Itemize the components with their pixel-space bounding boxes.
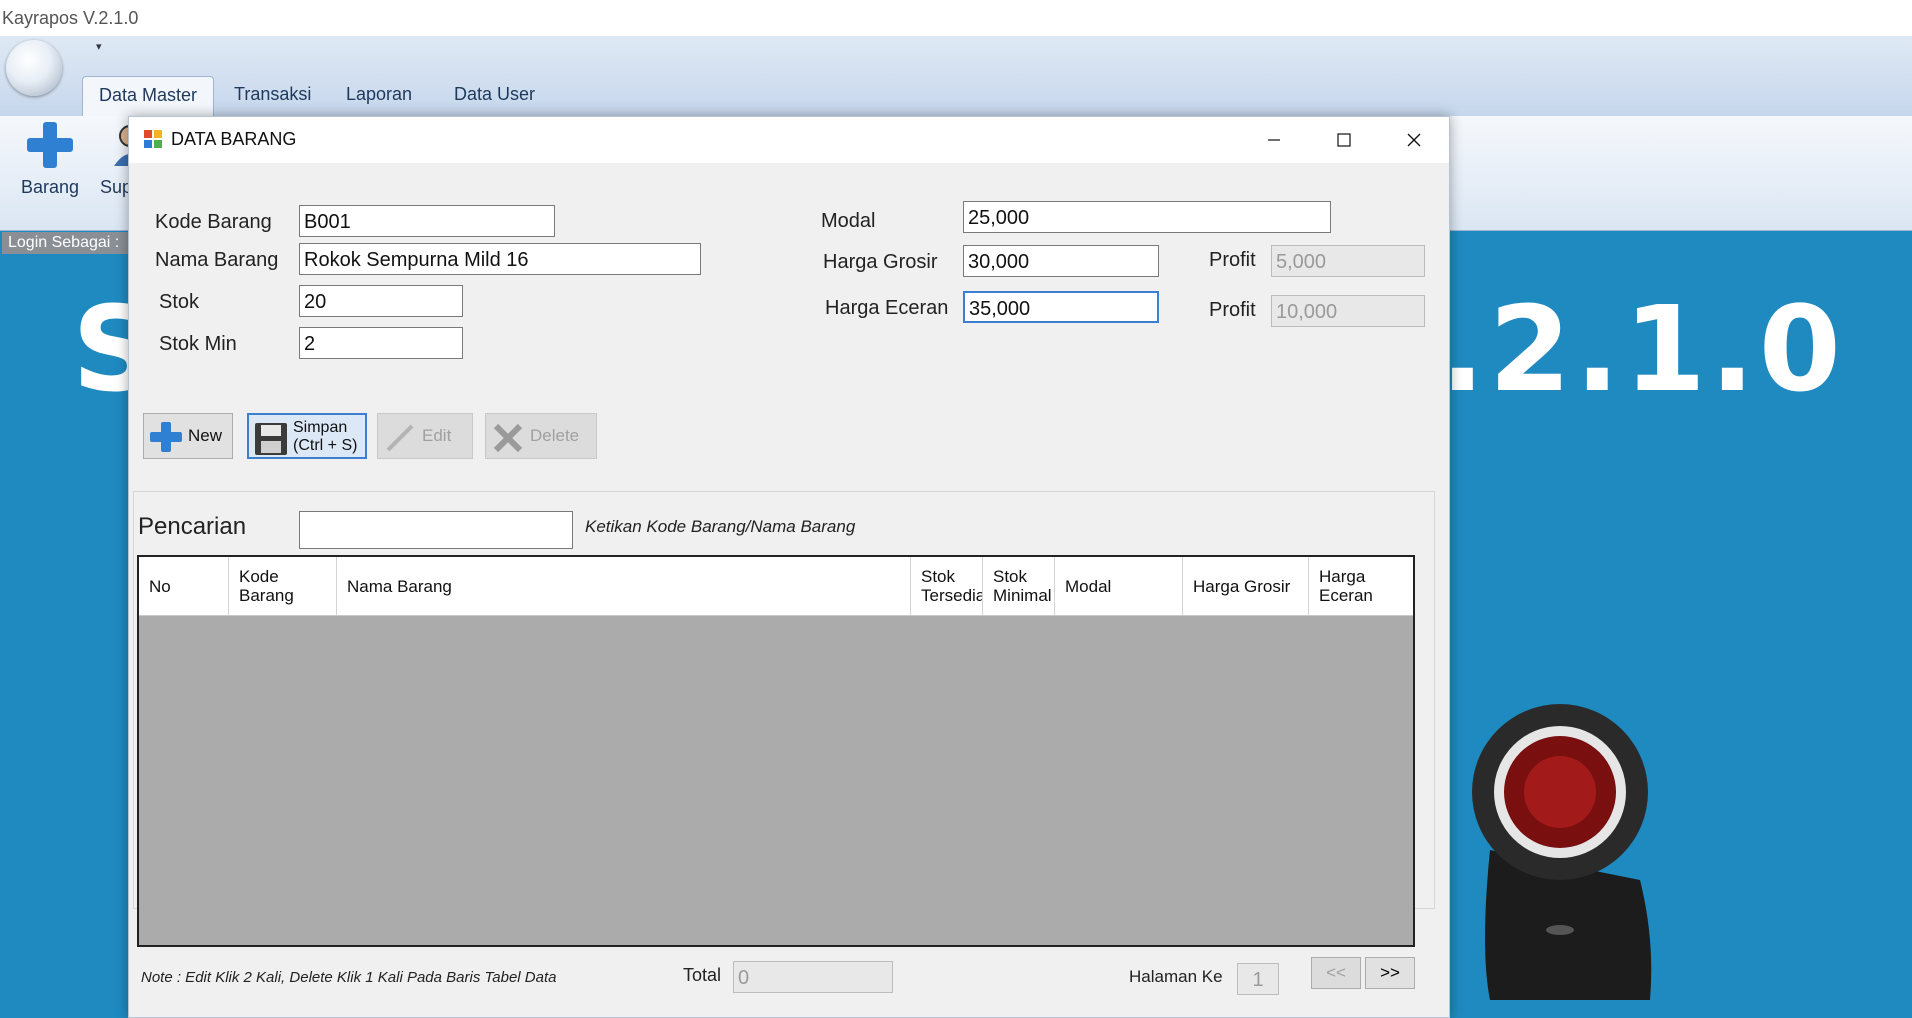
close-button[interactable] (1379, 117, 1449, 163)
halaman-label: Halaman Ke (1129, 967, 1223, 986)
footer-note: Note : Edit Klik 2 Kali, Delete Klik 1 K… (141, 969, 557, 986)
tab-data-master[interactable]: Data Master (82, 76, 215, 117)
col-header-harga-grosir[interactable]: Harga Grosir (1183, 557, 1309, 615)
col-header-stok-tersedia[interactable]: Stok Tersedia (911, 557, 983, 615)
new-button-label: New (188, 426, 223, 445)
stok-min-label: Stok Min (159, 333, 237, 355)
splash-version-text: .2.1.0 (1440, 280, 1845, 418)
simpan-button-label: Simpan (Ctrl + S) (293, 419, 357, 455)
app-window-icon (144, 130, 162, 148)
modal-field[interactable]: 25,000 (963, 201, 1331, 233)
minimize-icon (1268, 139, 1280, 141)
simpan-line2: (Ctrl + S) (293, 437, 358, 454)
halaman-field: 1 (1237, 963, 1279, 995)
ribbon-barang-label: Barang (20, 177, 80, 197)
col-header-harga-eceran[interactable]: Harga Eceran (1309, 557, 1413, 615)
col-header-stok-minimal[interactable]: Stok Minimal (983, 557, 1055, 615)
data-grid[interactable]: No Kode Barang Nama Barang Stok Tersedia S… (137, 555, 1415, 947)
new-button[interactable]: New (143, 413, 233, 459)
grid-header: No Kode Barang Nama Barang Stok Tersedia S… (139, 557, 1413, 616)
quick-access-dropdown-icon[interactable]: ▾ (96, 40, 102, 53)
simpan-line1: Simpan (293, 419, 348, 436)
harga-eceran-label: Harga Eceran (825, 297, 949, 319)
modal-label: Modal (821, 210, 876, 232)
tab-laporan[interactable]: Laporan (330, 76, 428, 116)
dialog-title-bar: DATA BARANG (129, 117, 1449, 163)
maximize-icon (1337, 133, 1351, 147)
minimize-button[interactable] (1239, 117, 1309, 163)
simpan-button[interactable]: Simpan (Ctrl + S) (247, 413, 367, 459)
barcode-scanner-image (1472, 704, 1652, 1000)
harga-grosir-field[interactable]: 30,000 (963, 245, 1159, 277)
app-title: Kayrapos V.2.1.0 (0, 0, 1912, 36)
close-icon (1407, 133, 1421, 147)
edit-button[interactable]: Edit (377, 413, 473, 459)
login-status-label: Login Sebagai : (2, 232, 134, 254)
col-header-nama-barang[interactable]: Nama Barang (337, 557, 911, 615)
dialog-title: DATA BARANG (171, 129, 297, 149)
maximize-button[interactable] (1309, 117, 1379, 163)
profit-eceran-label: Profit (1209, 299, 1256, 321)
edit-button-label: Edit (422, 426, 452, 445)
plus-icon (150, 422, 182, 452)
profit-eceran-field: 10,000 (1271, 295, 1425, 327)
ribbon-barang-button[interactable]: Barang (20, 120, 80, 198)
harga-eceran-field[interactable]: 35,000 (963, 291, 1159, 323)
application-menu-orb[interactable] (6, 40, 62, 96)
delete-button-label: Delete (530, 426, 580, 445)
plus-icon (27, 122, 73, 168)
pencarian-label: Pencarian (138, 513, 247, 540)
col-header-kode-barang[interactable]: Kode Barang (229, 557, 337, 615)
delete-x-icon (493, 423, 523, 453)
nama-barang-field[interactable]: Rokok Sempurna Mild 16 (299, 243, 701, 275)
stok-label: Stok (159, 291, 200, 313)
kode-barang-label: Kode Barang (155, 211, 272, 233)
save-floppy-icon (255, 423, 287, 455)
harga-grosir-label: Harga Grosir (823, 251, 938, 273)
search-hint: Ketikan Kode Barang/Nama Barang (585, 517, 856, 536)
profit-grosir-label: Profit (1209, 249, 1256, 271)
col-header-modal[interactable]: Modal (1055, 557, 1183, 615)
total-label: Total (683, 965, 722, 985)
stok-field[interactable]: 20 (299, 285, 463, 317)
prev-page-button[interactable]: << (1311, 957, 1361, 989)
kode-barang-field[interactable]: B001 (299, 205, 555, 237)
next-page-button[interactable]: >> (1365, 957, 1415, 989)
total-field: 0 (733, 961, 893, 993)
pencil-icon (386, 424, 414, 452)
tab-data-user[interactable]: Data User (438, 76, 551, 116)
profit-grosir-field: 5,000 (1271, 245, 1425, 277)
data-barang-dialog: DATA BARANG Kode Barang B001 Nama Barang… (128, 116, 1450, 1018)
nama-barang-label: Nama Barang (155, 249, 279, 271)
search-input[interactable] (299, 511, 573, 549)
delete-button[interactable]: Delete (485, 413, 597, 459)
tab-transaksi[interactable]: Transaksi (218, 76, 327, 116)
stok-min-field[interactable]: 2 (299, 327, 463, 359)
col-header-no[interactable]: No (139, 557, 229, 615)
